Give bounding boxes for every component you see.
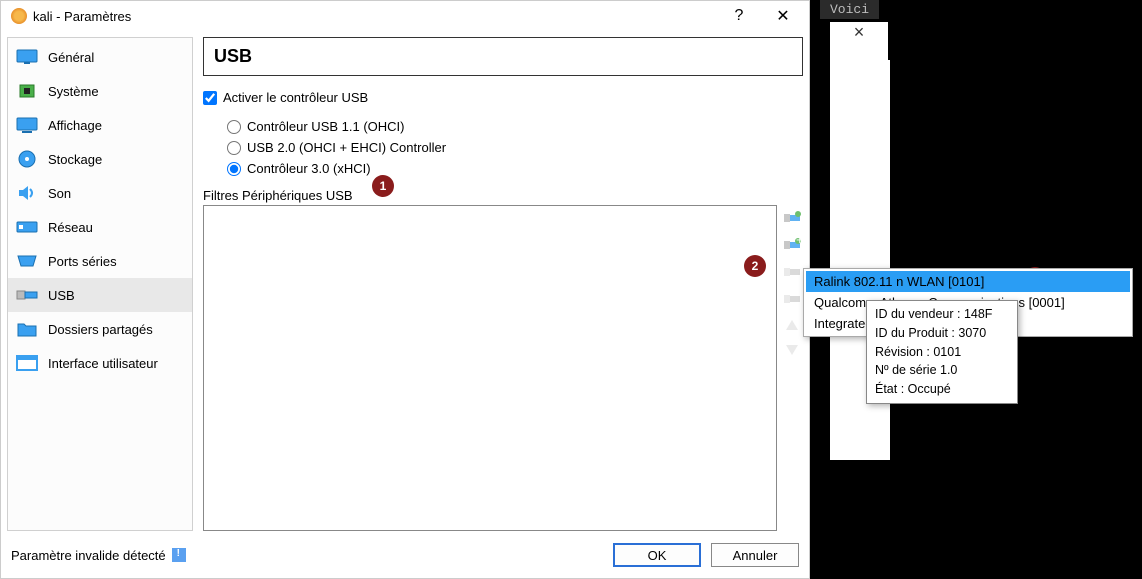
sidebar-item-usb[interactable]: USB [8,278,192,312]
folder-icon [16,320,38,338]
enable-usb-row[interactable]: Activer le contrôleur USB [203,90,803,105]
sidebar-label: Ports séries [48,254,117,269]
chip-icon [16,82,38,100]
radio-usb20-input[interactable] [227,141,241,155]
titlebar: kali - Paramètres ? ✕ [1,1,809,31]
tooltip-product: ID du Produit : 3070 [875,324,1009,343]
sidebar-item-storage[interactable]: Stockage [8,142,192,176]
network-icon [16,218,38,236]
sidebar-label: Son [48,186,71,201]
ui-icon [16,354,38,372]
app-icon [11,8,27,24]
serial-icon [16,252,38,270]
warning-text: Paramètre invalide détecté [11,548,166,563]
usb-device-item-ralink[interactable]: Ralink 802.11 n WLAN [0101] [806,271,1130,292]
background-window-title: Voici [820,0,879,19]
sidebar-label: Dossiers partagés [48,322,153,337]
radio-usb30[interactable]: Contrôleur 3.0 (xHCI) [227,161,803,176]
move-up-button [785,319,799,334]
sidebar-label: Réseau [48,220,93,235]
sidebar-item-system[interactable]: Système [8,74,192,108]
radio-usb11[interactable]: Contrôleur USB 1.1 (OHCI) [227,119,803,134]
tooltip-serial: Nº de série 1.0 [875,361,1009,380]
sidebar-label: USB [48,288,75,303]
tooltip-vendor: ID du vendeur : 148F [875,305,1009,324]
sidebar-item-audio[interactable]: Son [8,176,192,210]
device-tooltip: ID du vendeur : 148F ID du Produit : 307… [866,300,1018,404]
radio-usb30-input[interactable] [227,162,241,176]
category-sidebar: Général Système Affichage Stockage Son R… [7,37,193,531]
ok-button[interactable]: OK [613,543,701,567]
disk-icon [16,150,38,168]
panel-title: USB [214,46,792,67]
speaker-icon [16,184,38,202]
sidebar-item-serial[interactable]: Ports séries [8,244,192,278]
radio-usb11-label: Contrôleur USB 1.1 (OHCI) [247,119,405,134]
window-title: kali - Paramètres [33,9,717,24]
radio-usb20[interactable]: USB 2.0 (OHCI + EHCI) Controller [227,140,803,155]
sidebar-item-display[interactable]: Affichage [8,108,192,142]
bg-close-icon: × [854,22,865,42]
usb-icon [16,286,38,304]
move-down-button [785,344,799,359]
cancel-button[interactable]: Annuler [711,543,799,567]
radio-usb30-label: Contrôleur 3.0 (xHCI) [247,161,371,176]
usb-filter-toolbar: + [781,205,803,531]
monitor-icon [16,48,38,66]
sidebar-label: Affichage [48,118,102,133]
sidebar-label: Système [48,84,99,99]
add-from-device-button[interactable]: + [783,238,801,255]
radio-usb20-label: USB 2.0 (OHCI + EHCI) Controller [247,140,446,155]
sidebar-label: Interface utilisateur [48,356,158,371]
settings-window: kali - Paramètres ? ✕ Général Système Af… [0,0,810,579]
panel-header: USB [203,37,803,76]
sidebar-label: Général [48,50,94,65]
filters-label: Filtres Périphériques USB [203,188,803,203]
sidebar-item-general[interactable]: Général [8,40,192,74]
annotation-badge-1: 1 [372,175,394,197]
usb-filters-list[interactable] [203,205,777,531]
sidebar-item-ui[interactable]: Interface utilisateur [8,346,192,380]
enable-usb-checkbox[interactable] [203,91,217,105]
main-panel: USB Activer le contrôleur USB Contrôleur… [203,37,803,531]
svg-text:+: + [796,238,801,247]
radio-usb11-input[interactable] [227,120,241,134]
help-button[interactable]: ? [717,2,761,30]
tooltip-revision: Révision : 0101 [875,343,1009,362]
display-icon [16,116,38,134]
dialog-footer: Paramètre invalide détecté OK Annuler [1,537,809,573]
background-close-area: × [830,22,888,60]
invalid-settings-warning[interactable]: Paramètre invalide détecté [11,548,603,563]
warning-icon [172,548,186,562]
edit-filter-button [783,265,801,282]
tooltip-state: État : Occupé [875,380,1009,399]
annotation-badge-2: 2 [744,255,766,277]
enable-usb-label: Activer le contrôleur USB [223,90,368,105]
close-button[interactable]: ✕ [761,2,805,30]
sidebar-item-shared[interactable]: Dossiers partagés [8,312,192,346]
remove-filter-button [783,292,801,309]
add-empty-filter-button[interactable] [783,211,801,228]
sidebar-label: Stockage [48,152,102,167]
sidebar-item-network[interactable]: Réseau [8,210,192,244]
